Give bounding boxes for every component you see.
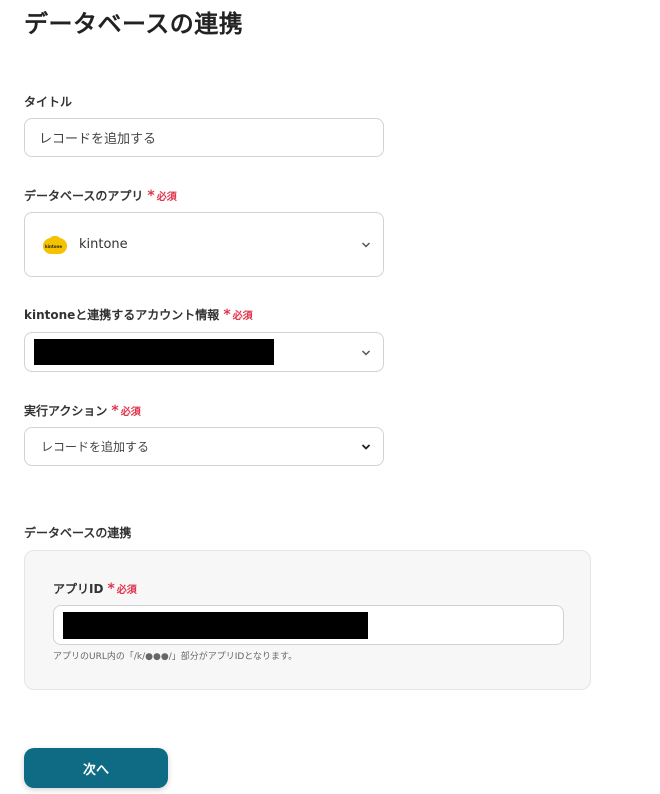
app-select[interactable]: kintone kintone [24,212,384,277]
redacted-account-value [34,339,274,365]
database-section-title: データベースの連携 [24,526,132,540]
kintone-logo-icon: kintone [43,235,67,254]
next-button[interactable]: 次へ [24,748,168,788]
app-label: データベースのアプリ * 必須 [24,187,177,204]
required-badge: * 必須 [111,402,141,419]
chevron-down-icon [361,348,371,358]
action-select-value: レコードを追加する [41,440,150,454]
page-title: データベースの連携 [24,10,244,38]
account-label-text: kintoneと連携するアカウント情報 [24,308,220,322]
action-label-text: 実行アクション [24,404,108,418]
required-badge: * 必須 [107,580,137,597]
title-input-value: レコードを追加する [39,132,157,147]
app-id-hint: アプリのURL内の「/k/●●●/」部分がアプリIDとなります。 [53,652,298,662]
account-select[interactable] [24,332,384,372]
action-label: 実行アクション * 必須 [24,402,141,419]
app-id-label: アプリID * 必須 [53,580,137,597]
redacted-app-id-value [63,612,368,639]
app-id-label-text: アプリID [53,582,104,596]
chevron-down-icon [361,240,371,250]
action-select[interactable]: レコードを追加する [24,427,384,466]
account-label: kintoneと連携するアカウント情報 * 必須 [24,306,253,323]
required-badge: * 必須 [223,306,253,323]
title-input[interactable]: レコードを追加する [24,118,384,157]
title-label-text: タイトル [24,95,73,109]
database-section-panel: アプリID * 必須 アプリのURL内の「/k/●●●/」部分がアプリIDとなりま… [24,550,591,690]
app-select-value: kintone [79,237,128,252]
kintone-logo-text: kintone [45,243,63,249]
app-label-text: データベースのアプリ [24,189,144,203]
chevron-down-icon [361,442,371,452]
required-badge: * 必須 [147,187,177,204]
app-id-input[interactable] [53,605,564,645]
title-label: タイトル [24,93,72,110]
